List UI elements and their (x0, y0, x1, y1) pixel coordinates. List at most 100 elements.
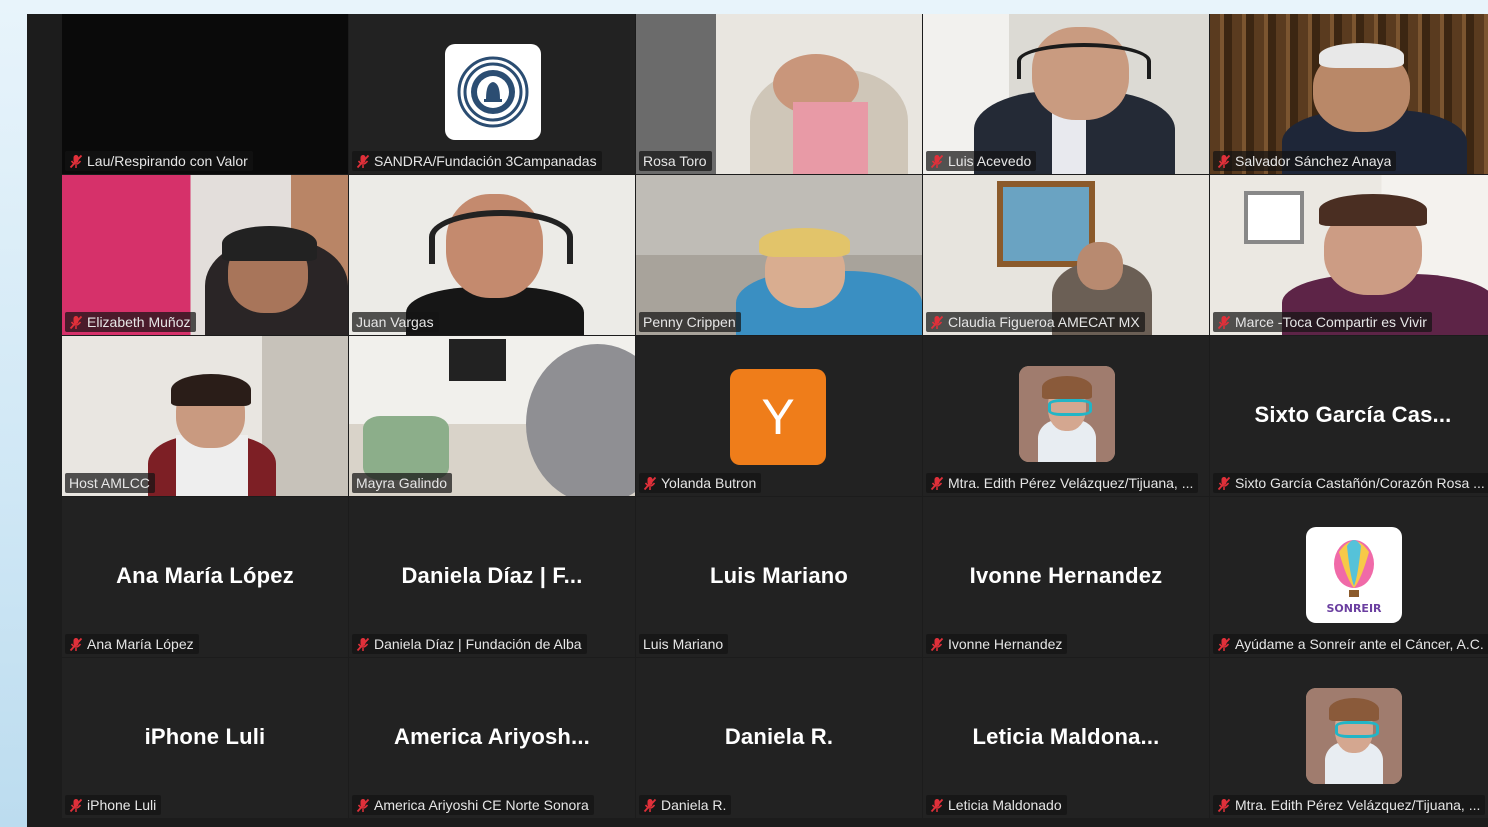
mic-muted-icon (930, 315, 944, 329)
participant-name: Juan Vargas (356, 314, 434, 330)
participant-name-label: Elizabeth Muñoz (65, 312, 196, 332)
mic-muted-icon (643, 798, 657, 812)
participant-tile[interactable]: Mayra Galindo (349, 336, 635, 496)
mic-muted-icon (1217, 637, 1231, 651)
participant-name-label: Juan Vargas (352, 312, 439, 332)
participant-tile[interactable]: Ana María López Ana María López (62, 497, 348, 657)
gallery-view: Lau/Respirando con Valor SANDRA/Fundación… (27, 14, 1488, 827)
participant-tile[interactable]: America Ariyosh... America Ariyoshi CE No… (349, 658, 635, 818)
mic-muted-icon (643, 476, 657, 490)
svg-text:SONREIR: SONREIR (1326, 602, 1382, 615)
participant-name-label: Salvador Sánchez Anaya (1213, 151, 1397, 171)
participant-display-name: Ivonne Hernandez (969, 563, 1163, 588)
participant-display-name: Leticia Maldona... (972, 724, 1160, 749)
participant-name-label: Rosa Toro (639, 151, 712, 171)
bell-logo-icon (445, 44, 541, 140)
participant-display-name: America Ariyosh... (394, 724, 590, 749)
participant-name: Penny Crippen (643, 314, 736, 330)
participant-name-label: Penny Crippen (639, 312, 741, 332)
mic-muted-icon (930, 637, 944, 651)
participant-name: iPhone Luli (87, 797, 157, 813)
participant-name: Elizabeth Muñoz (87, 314, 191, 330)
mic-muted-icon (356, 798, 370, 812)
mic-muted-icon (930, 798, 944, 812)
participant-name-label: iPhone Luli (65, 795, 162, 815)
participant-name: Ivonne Hernandez (948, 636, 1063, 652)
participant-name: SANDRA/Fundación 3Campanadas (374, 153, 597, 169)
participant-tile[interactable]: Y Yolanda Butron (636, 336, 922, 496)
participant-tile[interactable]: Luis Mariano Luis Mariano (636, 497, 922, 657)
participant-name: Daniela R. (661, 797, 727, 813)
mic-muted-icon (356, 637, 370, 651)
participant-name: Ana María López (87, 636, 194, 652)
mic-muted-icon (930, 476, 944, 490)
participant-display-name: Luis Mariano (709, 563, 849, 588)
participant-name-label: America Ariyoshi CE Norte Sonora (352, 795, 594, 815)
participant-tile[interactable]: Lau/Respirando con Valor (62, 14, 348, 174)
mic-muted-icon (356, 154, 370, 168)
avatar: Y (730, 369, 826, 465)
participant-name: Mtra. Edith Pérez Velázquez/Tijuana, ... (948, 475, 1194, 491)
participant-display-name: Daniela Díaz | F... (401, 563, 583, 588)
participant-name-label: Ivonne Hernandez (926, 634, 1068, 654)
participant-name-label: Claudia Figueroa AMECAT MX (926, 312, 1145, 332)
participant-name-label: Mayra Galindo (352, 473, 453, 493)
participant-tile[interactable]: Sixto García Cas... Sixto García Castañón… (1210, 336, 1488, 496)
participant-name-label: Luis Mariano (639, 634, 729, 654)
participant-tile[interactable]: Host AMLCC (62, 336, 348, 496)
participant-name: Leticia Maldonado (948, 797, 1062, 813)
participant-tile[interactable]: Ivonne Hernandez Ivonne Hernandez (923, 497, 1209, 657)
participant-display-name: Daniela R. (724, 724, 834, 749)
participant-tile[interactable]: SANDRA/Fundación 3Campanadas (349, 14, 635, 174)
participant-tile[interactable]: Juan Vargas (349, 175, 635, 335)
participant-name: Lau/Respirando con Valor (87, 153, 248, 169)
participant-tile[interactable]: Penny Crippen (636, 175, 922, 335)
mic-muted-icon (69, 798, 83, 812)
participant-name: Host AMLCC (69, 475, 150, 491)
participant-tile[interactable]: Daniela R. Daniela R. (636, 658, 922, 818)
participant-tile[interactable]: Mtra. Edith Pérez Velázquez/Tijuana, ... (1210, 658, 1488, 818)
mic-muted-icon (1217, 798, 1231, 812)
participant-display-name: Sixto García Cas... (1254, 402, 1452, 427)
participant-tile[interactable]: Elizabeth Muñoz (62, 175, 348, 335)
participant-name: Ayúdame a Sonreír ante el Cáncer, A.C. (1235, 636, 1484, 652)
participant-name: Yolanda Butron (661, 475, 757, 491)
participant-name: Luis Acevedo (948, 153, 1032, 169)
participant-name-label: Daniela Díaz | Fundación de Alba (352, 634, 587, 654)
participant-name-label: Leticia Maldonado (926, 795, 1067, 815)
mic-muted-icon (1217, 476, 1231, 490)
participant-tile[interactable]: Claudia Figueroa AMECAT MX (923, 175, 1209, 335)
participant-name: Mtra. Edith Pérez Velázquez/Tijuana, ... (1235, 797, 1481, 813)
mic-muted-icon (69, 154, 83, 168)
participant-tile[interactable]: Leticia Maldona... Leticia Maldonado (923, 658, 1209, 818)
participant-tile[interactable]: Mtra. Edith Pérez Velázquez/Tijuana, ... (923, 336, 1209, 496)
participant-tile[interactable]: Daniela Díaz | F... Daniela Díaz | Fundac… (349, 497, 635, 657)
participant-name: Daniela Díaz | Fundación de Alba (374, 636, 582, 652)
participant-name-label: Mtra. Edith Pérez Velázquez/Tijuana, ... (1213, 795, 1486, 815)
participant-name-label: Lau/Respirando con Valor (65, 151, 253, 171)
participant-name: America Ariyoshi CE Norte Sonora (374, 797, 589, 813)
participant-display-name: Ana María López (116, 563, 294, 588)
participant-name-label: Mtra. Edith Pérez Velázquez/Tijuana, ... (926, 473, 1199, 493)
participant-name: Salvador Sánchez Anaya (1235, 153, 1392, 169)
participant-name-label: Luis Acevedo (926, 151, 1037, 171)
avatar (1019, 366, 1115, 462)
participant-name: Luis Mariano (643, 636, 724, 652)
mic-muted-icon (1217, 154, 1231, 168)
participant-tile[interactable]: Marce -Toca Compartir es Vivir (1210, 175, 1488, 335)
participant-name-label: Host AMLCC (65, 473, 155, 493)
participant-name-label: Ayúdame a Sonreír ante el Cáncer, A.C. (1213, 634, 1488, 654)
participant-name: Claudia Figueroa AMECAT MX (948, 314, 1140, 330)
participant-name: Sixto García Castañón/Corazón Rosa ... (1235, 475, 1485, 491)
participant-tile[interactable]: Salvador Sánchez Anaya (1210, 14, 1488, 174)
balloon-logo-icon: SONREIR (1306, 527, 1402, 623)
participant-tile[interactable]: Rosa Toro (636, 14, 922, 174)
participant-tile[interactable]: iPhone Luli iPhone Luli (62, 658, 348, 818)
participant-tile[interactable]: SONREIR Ayúdame a Sonreír ante el Cáncer,… (1210, 497, 1488, 657)
participant-name-label: Daniela R. (639, 795, 732, 815)
mic-muted-icon (1217, 315, 1231, 329)
participant-display-name: iPhone Luli (144, 724, 266, 749)
participant-tile[interactable]: Luis Acevedo (923, 14, 1209, 174)
participant-name-label: Ana María López (65, 634, 199, 654)
participant-name: Marce -Toca Compartir es Vivir (1235, 314, 1427, 330)
